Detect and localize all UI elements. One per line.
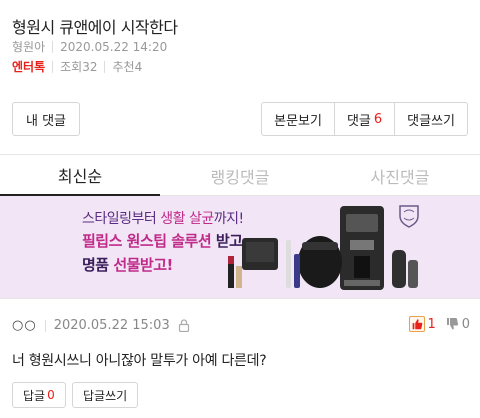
ad-text: 명품 [82, 256, 114, 274]
comments-count: 6 [373, 111, 383, 127]
dislike-button[interactable]: 0 [444, 316, 470, 332]
section-divider [0, 154, 480, 155]
replies-button[interactable]: 답글 0 [12, 382, 66, 408]
post-recommends: 추천4 [112, 60, 143, 74]
post-stats: 엔터톡 조회32 추천4 [12, 58, 142, 75]
replies-count: 0 [47, 388, 55, 402]
write-comment-button[interactable]: 댓글쓰기 [394, 103, 467, 135]
comment-votes: 1 0 [409, 316, 470, 332]
post-views: 조회32 [60, 60, 98, 74]
comment-sort-tabs: 최신순 랭킹댓글 사진댓글 [0, 156, 480, 196]
lock-icon[interactable] [178, 319, 190, 332]
view-body-button[interactable]: 본문보기 [262, 103, 334, 135]
comments-label: 댓글 [346, 113, 371, 129]
my-comments-button[interactable]: 내 댓글 [12, 102, 80, 136]
ad-headline: 스타일링부터 생활 살균까지! [82, 208, 244, 228]
ad-text-accent: 생활 살균 [160, 211, 214, 227]
meta-divider [44, 319, 46, 332]
meta-divider [52, 60, 54, 73]
tab-latest[interactable]: 최신순 [0, 156, 160, 196]
write-reply-button[interactable]: 답글쓰기 [72, 382, 139, 408]
ad-banner[interactable]: 스타일링부터 생활 살균까지! 필립스 원스팁 솔루션 받고 명품 선물받고! [0, 196, 480, 298]
philips-shield-logo [399, 205, 419, 228]
meta-divider [104, 60, 106, 73]
comment-author[interactable]: ○○ [12, 318, 37, 333]
post-datetime: 2020.05.22 14:20 [60, 39, 168, 54]
comment-datetime: 2020.05.22 15:03 [53, 318, 170, 333]
post-title: 형원시 큐앤에이 시작한다 [12, 18, 178, 37]
tab-photo[interactable]: 사진댓글 [320, 156, 480, 196]
thumbs-up-icon [409, 316, 426, 332]
ad-subline: 명품 선물받고! [82, 254, 173, 275]
meta-divider [52, 40, 54, 53]
comment-text: 너 형원시쓰니 아니잖아 말투가 아예 다른데? [12, 353, 267, 369]
post-meta: 형원아 2020.05.22 14:20 [12, 38, 167, 55]
post-action-group: 본문보기 댓글 6 댓글쓰기 [261, 102, 468, 136]
dislike-count: 0 [461, 316, 470, 332]
ad-text-accent: 필립스 원스팁 솔루션 [82, 232, 212, 250]
tab-ranking[interactable]: 랭킹댓글 [160, 156, 320, 196]
post-category[interactable]: 엔터톡 [12, 58, 45, 75]
like-button[interactable]: 1 [409, 316, 436, 332]
thumbs-down-icon [446, 318, 458, 330]
comments-button[interactable]: 댓글 6 [333, 103, 394, 135]
ad-text-accent: 선물받고! [113, 256, 173, 274]
ad-subline: 필립스 원스팁 솔루션 받고 [82, 230, 243, 251]
ad-text: 스타일링부터 [82, 211, 161, 227]
like-count: 1 [427, 316, 436, 332]
section-divider [0, 298, 480, 299]
post-author[interactable]: 형원아 [12, 38, 45, 55]
comment-meta: ○○ 2020.05.22 15:03 [12, 318, 190, 333]
replies-label: 답글 [23, 388, 46, 403]
ad-products-image [228, 206, 418, 290]
